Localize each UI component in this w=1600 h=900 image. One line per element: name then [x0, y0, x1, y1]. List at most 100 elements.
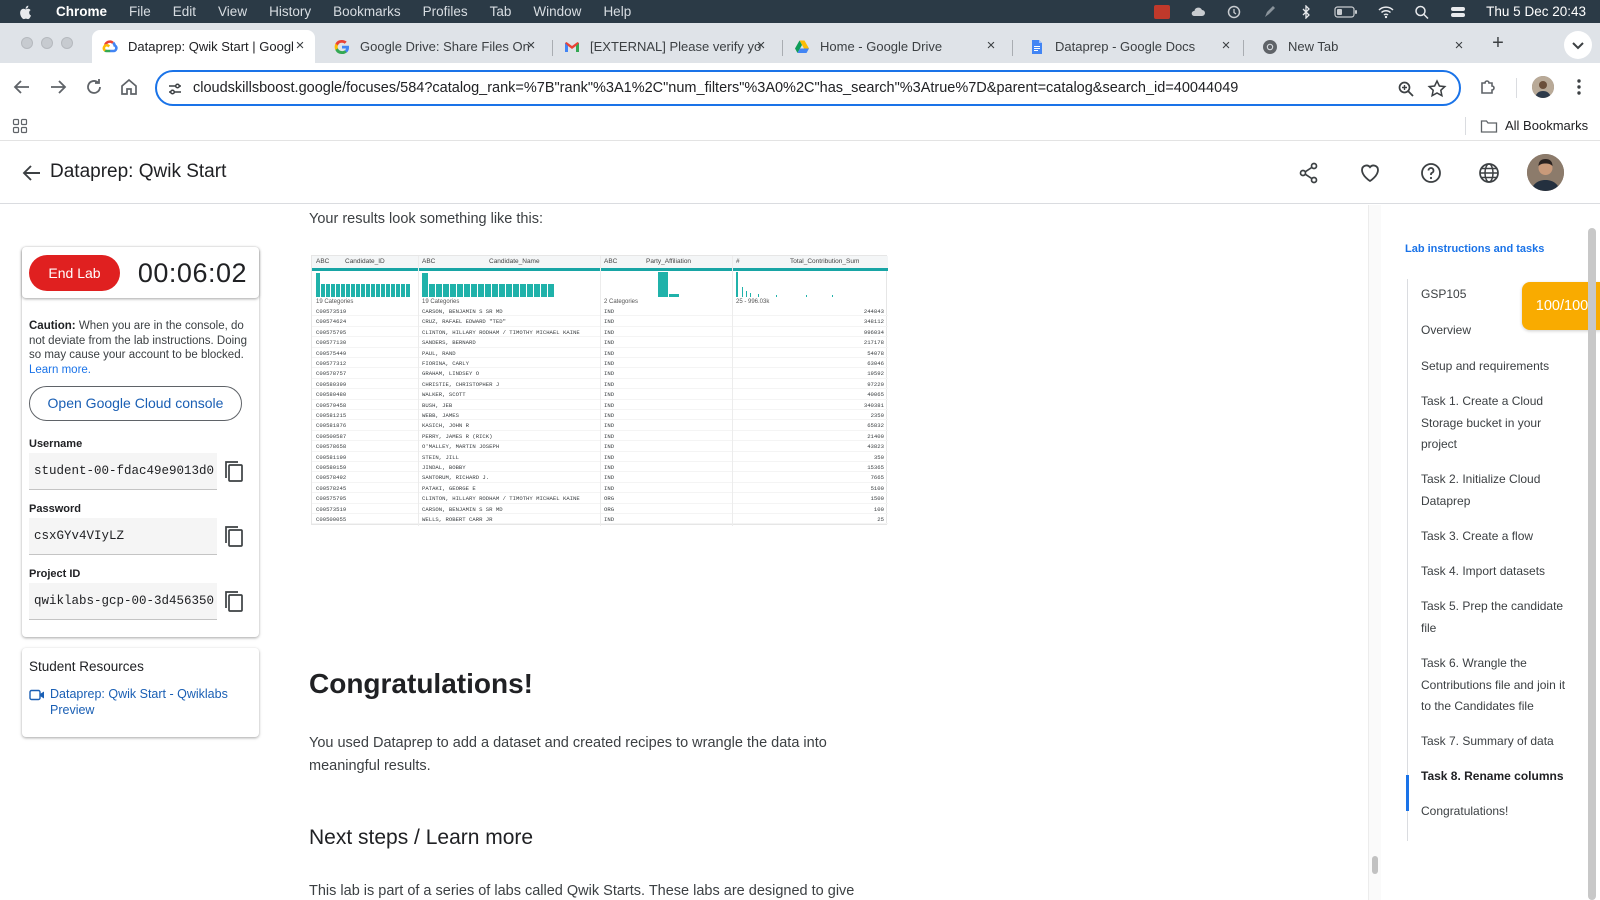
toc-item[interactable]: Task 4. Import datasets — [1421, 561, 1566, 583]
tab-dataprep-qwik-start[interactable]: Dataprep: Qwik Start | Googl × — [92, 30, 315, 63]
menu-view[interactable]: View — [218, 4, 247, 19]
close-tab-icon[interactable]: × — [984, 38, 998, 53]
username-field[interactable]: student-00-fdac49e9013d0 — [29, 453, 217, 490]
menu-help[interactable]: Help — [603, 4, 631, 19]
toc-item[interactable]: Task 8. Rename columns — [1421, 766, 1566, 788]
column-header[interactable]: Candidate_ID — [345, 258, 385, 265]
menu-window[interactable]: Window — [533, 4, 581, 19]
address-bar[interactable]: cloudskillsboost.google/focuses/584?cata… — [155, 70, 1461, 106]
copy-password-icon[interactable] — [220, 518, 250, 555]
time-machine-icon[interactable] — [1226, 5, 1242, 19]
all-bookmarks-link[interactable]: All Bookmarks — [1505, 118, 1588, 133]
menu-edit[interactable]: Edit — [173, 4, 196, 19]
toc-item[interactable]: Task 2. Initialize Cloud Dataprep — [1421, 469, 1566, 512]
zoom-icon[interactable] — [1397, 80, 1415, 98]
url-text[interactable]: cloudskillsboost.google/focuses/584?cata… — [193, 80, 1238, 96]
zoom-window-button[interactable] — [61, 37, 73, 49]
close-tab-icon[interactable]: × — [754, 38, 768, 53]
help-icon[interactable] — [1419, 161, 1443, 185]
menu-history[interactable]: History — [269, 4, 311, 19]
table-cell: WEBB, JAMES — [422, 412, 459, 419]
histogram-bar — [506, 284, 512, 297]
bookmark-star-icon[interactable] — [1427, 79, 1447, 99]
forward-arrow-icon[interactable] — [47, 76, 69, 98]
toc-item[interactable]: Task 3. Create a flow — [1421, 526, 1566, 548]
tab-dataprep-google-docs[interactable]: Dataprep - Google Docs × — [1019, 30, 1241, 63]
recording-icon[interactable] — [1154, 4, 1171, 19]
tab-google-drive-share[interactable]: Google Drive: Share Files On × — [324, 30, 546, 63]
column-histogram[interactable] — [316, 272, 422, 297]
close-tab-icon[interactable]: × — [1219, 38, 1233, 53]
wifi-icon[interactable] — [1378, 5, 1394, 19]
extensions-puzzle-icon[interactable] — [1478, 77, 1498, 97]
toc-item[interactable]: Task 5. Prep the candidate file — [1421, 596, 1566, 639]
sidebar-scrollbar[interactable] — [1588, 228, 1596, 900]
site-settings-icon[interactable] — [167, 81, 183, 97]
new-tab-button[interactable]: + — [1488, 33, 1508, 53]
close-tab-icon[interactable]: × — [1452, 38, 1466, 53]
project-id-field[interactable]: qwiklabs-gcp-00-3d456350 — [29, 583, 217, 620]
reload-icon[interactable] — [83, 76, 105, 98]
column-header[interactable]: Total_Contribution_Sum — [790, 258, 859, 265]
menu-tab[interactable]: Tab — [490, 4, 512, 19]
column-header[interactable]: Candidate_Name — [489, 258, 540, 265]
control-center-icon[interactable] — [1450, 5, 1466, 19]
menubar-clock[interactable]: Thu 5 Dec 20:43 — [1486, 4, 1586, 19]
tab-home-google-drive[interactable]: Home - Google Drive × — [784, 30, 1006, 63]
folder-icon[interactable] — [1480, 118, 1498, 134]
open-console-button[interactable]: Open Google Cloud console — [29, 386, 242, 421]
apple-icon[interactable] — [18, 4, 34, 20]
user-avatar[interactable] — [1527, 154, 1564, 191]
tab-new-tab[interactable]: New Tab × — [1252, 30, 1474, 63]
toc-item[interactable]: Task 1. Create a Cloud Storage bucket in… — [1421, 391, 1566, 456]
results-intro-text: Your results look something like this: — [309, 211, 543, 227]
tab-separator — [1243, 40, 1244, 56]
lab-instructions-title[interactable]: Lab instructions and tasks — [1405, 243, 1544, 255]
toc-item[interactable]: Task 6. Wrangle the Contributions file a… — [1421, 653, 1566, 718]
menu-bookmarks[interactable]: Bookmarks — [333, 4, 401, 19]
toc-item[interactable]: Task 7. Summary of data — [1421, 731, 1566, 753]
tab-search-button[interactable] — [1564, 31, 1592, 59]
back-arrow-icon[interactable] — [11, 76, 33, 98]
minimize-window-button[interactable] — [41, 37, 53, 49]
tab-external-verify[interactable]: [EXTERNAL] Please verify yo × — [554, 30, 776, 63]
apps-grid-icon[interactable] — [12, 118, 28, 134]
learn-more-link[interactable]: Learn more. — [29, 364, 91, 376]
battery-icon[interactable] — [1334, 5, 1358, 19]
column-histogram[interactable] — [736, 272, 892, 297]
tab-separator — [552, 40, 553, 56]
close-tab-icon[interactable]: × — [293, 38, 307, 53]
tab-separator — [782, 40, 783, 56]
bluetooth-icon[interactable] — [1298, 3, 1314, 20]
close-window-button[interactable] — [21, 37, 33, 49]
toc-item[interactable]: Congratulations! — [1421, 801, 1566, 823]
menu-app-chrome[interactable]: Chrome — [56, 4, 107, 19]
home-icon[interactable] — [118, 76, 140, 98]
content-scrollbar[interactable] — [1368, 205, 1381, 900]
content-scrollbar-thumb[interactable] — [1372, 856, 1378, 874]
toc-item[interactable]: Setup and requirements — [1421, 356, 1566, 378]
menu-profiles[interactable]: Profiles — [423, 4, 468, 19]
copy-username-icon[interactable] — [220, 453, 250, 490]
menu-file[interactable]: File — [129, 4, 151, 19]
password-field[interactable]: csxGYv4VIyLZ — [29, 518, 217, 555]
back-arrow-icon[interactable] — [21, 162, 43, 184]
end-lab-button[interactable]: End Lab — [29, 255, 120, 291]
resource-link[interactable]: Dataprep: Qwik Start - Qwiklabs Preview — [50, 686, 240, 718]
more-vert-icon[interactable] — [1571, 77, 1587, 97]
histogram-bar — [471, 284, 477, 297]
histogram-bar — [527, 284, 533, 297]
column-header[interactable]: Party_Affiliation — [646, 258, 691, 265]
histogram-bar — [520, 284, 526, 297]
column-histogram[interactable] — [422, 272, 604, 297]
cloud-sync-icon[interactable] — [1190, 5, 1206, 19]
profile-avatar-icon[interactable] — [1532, 76, 1554, 98]
share-icon[interactable] — [1297, 161, 1321, 185]
histogram-bar — [366, 284, 370, 297]
pen-icon[interactable] — [1262, 5, 1278, 19]
heart-icon[interactable] — [1358, 161, 1382, 185]
copy-project-id-icon[interactable] — [220, 583, 250, 620]
spotlight-icon[interactable] — [1414, 5, 1430, 19]
globe-language-icon[interactable] — [1477, 161, 1501, 185]
close-tab-icon[interactable]: × — [524, 38, 538, 53]
